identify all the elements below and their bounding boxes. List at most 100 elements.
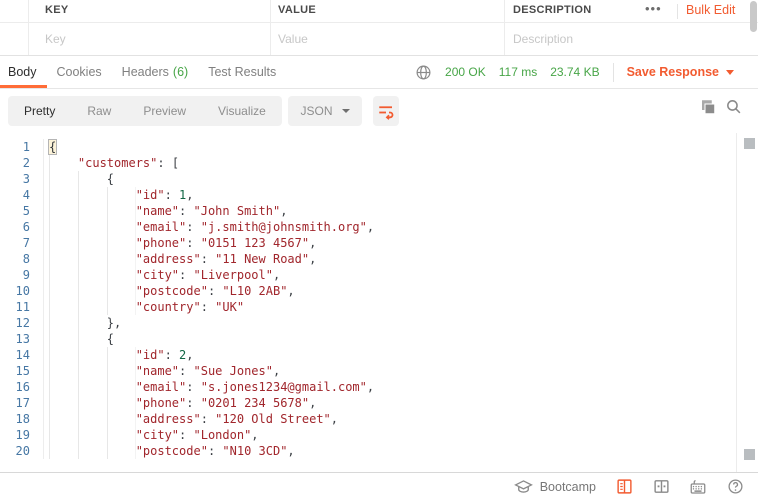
- view-mode-segmented-control: Pretty Raw Preview Visualize: [8, 96, 282, 126]
- save-response-button[interactable]: Save Response: [627, 65, 734, 79]
- code-token: :: [201, 412, 215, 426]
- code-line[interactable]: 4"id": 1,: [0, 187, 736, 203]
- code-line[interactable]: 18"address": "120 Old Street",: [0, 411, 736, 427]
- code-token: "phone": [136, 396, 187, 410]
- chevron-down-icon: [726, 70, 734, 75]
- divider: [677, 4, 678, 19]
- code-line[interactable]: 12},: [0, 315, 736, 331]
- code-line[interactable]: 1{: [0, 139, 736, 155]
- indent-guides: [49, 299, 136, 315]
- mode-pretty[interactable]: Pretty: [8, 96, 71, 126]
- code-line[interactable]: 3{: [0, 171, 736, 187]
- code-token: :: [179, 268, 193, 282]
- params-table: KEY VALUE DESCRIPTION ••• Bulk Edit: [0, 0, 758, 56]
- key-column-header: KEY: [45, 4, 69, 16]
- tab-cookies[interactable]: Cookies: [47, 56, 112, 88]
- response-size: 23.74 KB: [550, 65, 599, 79]
- mode-raw[interactable]: Raw: [71, 96, 127, 126]
- indent-guides: [49, 347, 136, 363]
- help-button[interactable]: [726, 478, 744, 496]
- code-token: ,: [287, 444, 294, 458]
- line-number: 2: [0, 155, 44, 171]
- code-token: "city": [136, 268, 179, 282]
- code-line[interactable]: 17"phone": "0201 234 5678",: [0, 395, 736, 411]
- indent-guides: [49, 187, 136, 203]
- bulk-edit-button[interactable]: Bulk Edit: [686, 3, 735, 17]
- indent-guides: [49, 203, 136, 219]
- code-line[interactable]: 9"city": "Liverpool",: [0, 267, 736, 283]
- code-token: "120 Old Street": [215, 412, 331, 426]
- code-token: },: [107, 316, 121, 330]
- postman-response-panel: KEY VALUE DESCRIPTION ••• Bulk Edit Body…: [0, 0, 758, 500]
- indent-guides: [49, 283, 136, 299]
- code-line[interactable]: 13{: [0, 331, 736, 347]
- build-docs-button[interactable]: [615, 478, 633, 496]
- code-line[interactable]: 8"address": "11 New Road",: [0, 251, 736, 267]
- scrollbar-marker[interactable]: [744, 449, 755, 460]
- two-pane-view-button[interactable]: [652, 478, 670, 496]
- code-line[interactable]: 20"postcode": "N10 3CD",: [0, 443, 736, 459]
- code-token: "id": [136, 348, 165, 362]
- tab-cookies-label: Cookies: [57, 65, 102, 79]
- mode-preview[interactable]: Preview: [127, 96, 202, 126]
- tab-test-results[interactable]: Test Results: [198, 56, 286, 88]
- tab-test-results-label: Test Results: [208, 65, 276, 79]
- code-token: : [: [157, 156, 179, 170]
- indent-guides: [49, 171, 107, 187]
- code-line[interactable]: 11"country": "UK": [0, 299, 736, 315]
- keyboard-shortcuts-button[interactable]: [689, 478, 707, 496]
- bootcamp-button[interactable]: Bootcamp: [514, 479, 596, 494]
- keyboard-icon: [689, 478, 707, 496]
- code-token: "address": [136, 252, 201, 266]
- status-code: 200 OK: [445, 65, 486, 79]
- indent-guides: [49, 379, 136, 395]
- code-token: "John Smith": [194, 204, 281, 218]
- description-input[interactable]: [513, 23, 728, 55]
- indent-guides: [49, 155, 78, 171]
- code-token: ,: [251, 428, 258, 442]
- code-line[interactable]: 10"postcode": "L10 2AB",: [0, 283, 736, 299]
- code-line[interactable]: 6"email": "j.smith@johnsmith.org",: [0, 219, 736, 235]
- language-dropdown[interactable]: JSON: [288, 96, 362, 126]
- indent-guides: [49, 235, 136, 251]
- wrap-lines-button[interactable]: [373, 96, 399, 126]
- more-options-button[interactable]: •••: [645, 1, 662, 16]
- code-token: :: [201, 252, 215, 266]
- key-input[interactable]: [45, 23, 260, 55]
- line-number: 19: [0, 427, 44, 443]
- search-response-button[interactable]: [725, 98, 743, 116]
- code-token: "name": [136, 204, 179, 218]
- line-number: 6: [0, 219, 44, 235]
- value-column-header: VALUE: [278, 4, 316, 16]
- code-token: "0201 234 5678": [201, 396, 309, 410]
- code-line[interactable]: 5"name": "John Smith",: [0, 203, 736, 219]
- line-number: 12: [0, 315, 44, 331]
- code-token: "UK": [215, 300, 244, 314]
- code-token: :: [179, 428, 193, 442]
- response-body-editor[interactable]: 1{2"customers": [3{4"id": 1,5"name": "Jo…: [0, 133, 758, 472]
- code-token: :: [201, 300, 215, 314]
- indent-guides: [49, 315, 107, 331]
- scrollbar-thumb[interactable]: [750, 1, 757, 32]
- code-token: ,: [367, 380, 374, 394]
- code-token: {: [48, 139, 57, 155]
- tab-body[interactable]: Body: [0, 56, 47, 88]
- code-line[interactable]: 15"name": "Sue Jones",: [0, 363, 736, 379]
- code-line[interactable]: 2"customers": [: [0, 155, 736, 171]
- line-number: 11: [0, 299, 44, 315]
- footer-status-bar: Bootcamp: [0, 472, 758, 500]
- code-line[interactable]: 19"city": "London",: [0, 427, 736, 443]
- copy-response-button[interactable]: [699, 98, 717, 116]
- scrollbar-thumb[interactable]: [744, 138, 755, 149]
- code-line[interactable]: 7"phone": "0151 123 4567",: [0, 235, 736, 251]
- value-input[interactable]: [278, 23, 493, 55]
- params-header-row: KEY VALUE DESCRIPTION ••• Bulk Edit: [0, 0, 758, 23]
- tab-headers[interactable]: Headers (6): [112, 56, 199, 88]
- network-globe-icon[interactable]: [414, 63, 432, 81]
- help-circle-icon: [727, 478, 744, 495]
- mode-visualize[interactable]: Visualize: [202, 96, 282, 126]
- code-token: "email": [136, 380, 187, 394]
- code-line[interactable]: 16"email": "s.jones1234@gmail.com",: [0, 379, 736, 395]
- code-line[interactable]: 14"id": 2,: [0, 347, 736, 363]
- divider: [613, 63, 614, 82]
